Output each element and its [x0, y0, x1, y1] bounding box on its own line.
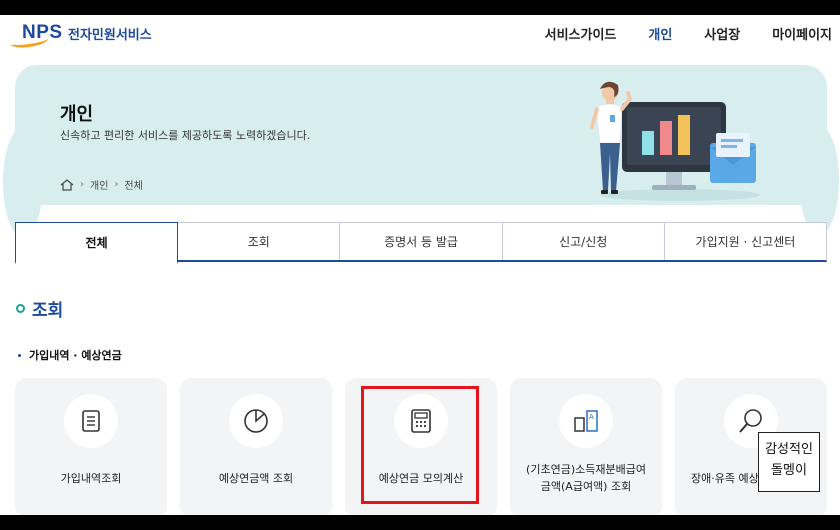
bullet-dot-icon — [18, 353, 21, 357]
logo-mark: NPS — [9, 21, 66, 50]
nav-personal[interactable]: 개인 — [648, 24, 672, 43]
sticker-line2: 돌멩이 — [771, 463, 807, 478]
page-title: 개인 — [60, 104, 94, 125]
card-icon-circle: A — [559, 394, 613, 448]
sticker-overlay: 감성적인 돌멩이 — [758, 432, 820, 492]
chevron-right-icon: › — [80, 179, 84, 190]
card-icon-circle — [64, 394, 118, 448]
card-label-line1: (기초연금)소득재분배급여 — [526, 463, 646, 476]
nps-logo[interactable]: NPS 전자민원서비스 — [9, 21, 152, 50]
card-label-line2: 금액(A급여액) 조회 — [540, 480, 632, 493]
sticker-line1: 감성적인 — [765, 442, 813, 457]
logo-text-en: NPS — [22, 22, 63, 43]
section-title: 조회 — [16, 296, 63, 321]
banner-illustration — [590, 81, 760, 201]
category-tabs: 전체 조회 증명서 등 발급 신고/신청 가입지원 · 신고센터 — [15, 222, 827, 264]
subsection-title-text: 가입내역 · 예상연금 — [29, 349, 122, 362]
card-expected-pension[interactable]: 예상연금액 조회 — [180, 378, 332, 515]
tab-support-center[interactable]: 가입지원 · 신고센터 — [664, 223, 827, 260]
banner-decoration-left — [3, 127, 43, 237]
magnifier-icon — [739, 409, 762, 433]
pie-chart-icon — [244, 409, 268, 433]
breadcrumb-item-personal[interactable]: 개인 — [90, 177, 108, 192]
card-label: 가입내역조회 — [60, 472, 122, 485]
document-split-icon: A — [574, 410, 598, 432]
tab-inquiry[interactable]: 조회 — [178, 223, 341, 260]
ring-bullet-icon — [16, 304, 25, 313]
header: NPS 전자민원서비스 서비스가이드 개인 사업장 마이페이지 — [0, 15, 840, 51]
page: NPS 전자민원서비스 서비스가이드 개인 사업장 마이페이지 개인 신속하고 … — [0, 15, 840, 515]
page-subtitle: 신속하고 편리한 서비스를 제공하도록 노력하겠습니다. — [60, 129, 311, 142]
card-enrollment-history[interactable]: 가입내역조회 — [15, 378, 167, 515]
chevron-right-icon: › — [114, 179, 119, 190]
breadcrumb-item-all: 전체 — [124, 181, 143, 192]
subsection-title: 가입내역 · 예상연금 — [18, 347, 122, 363]
section-title-text: 조회 — [32, 301, 64, 321]
logo-text-ko: 전자민원서비스 — [68, 27, 152, 43]
card-income-redistribution[interactable]: A (기초연금)소득재분배급여 금액(A급여액) 조회 — [510, 378, 662, 515]
document-icon — [82, 410, 100, 432]
home-icon[interactable] — [60, 178, 74, 191]
nav-mypage[interactable]: 마이페이지 — [772, 24, 832, 43]
tab-report-apply[interactable]: 신고/신청 — [502, 223, 665, 260]
card-label: 예상연금액 조회 — [218, 472, 294, 485]
card-icon-circle — [229, 394, 283, 448]
breadcrumb: › 개인 › 전체 — [60, 177, 143, 192]
hero-banner: 개인 신속하고 편리한 서비스를 제공하도록 노력하겠습니다. › 개인 › 전… — [3, 65, 839, 237]
banner-decoration-right — [799, 125, 839, 235]
tab-certificate[interactable]: 증명서 등 발급 — [340, 223, 503, 260]
tab-all[interactable]: 전체 — [15, 222, 179, 264]
nav-business[interactable]: 사업장 — [704, 24, 740, 43]
highlight-box — [361, 386, 479, 504]
svg-text:A: A — [589, 413, 594, 421]
nav-service-guide[interactable]: 서비스가이드 — [545, 24, 617, 43]
global-nav: 서비스가이드 개인 사업장 마이페이지 — [513, 24, 832, 43]
